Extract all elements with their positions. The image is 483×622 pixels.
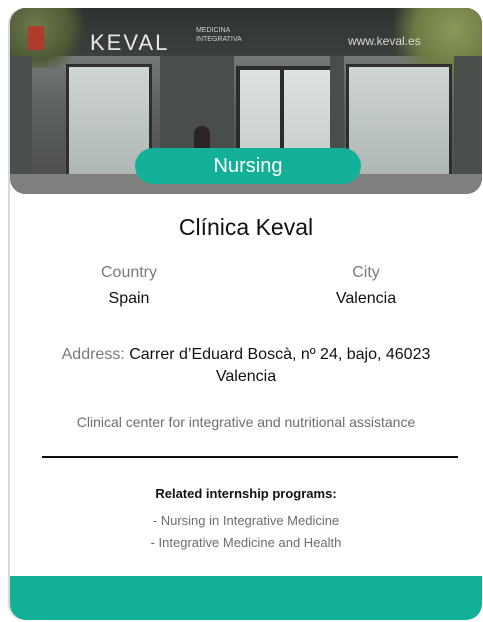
city-value: Valencia	[335, 290, 397, 307]
red-sign	[28, 26, 44, 50]
section-divider	[42, 456, 458, 458]
city-block: City Valencia	[266, 264, 466, 308]
address-label: Address:	[61, 346, 125, 363]
city-label: City	[352, 264, 380, 281]
related-program-item[interactable]: - Integrative Medicine and Health	[10, 532, 482, 554]
category-badge: Nursing	[135, 148, 361, 184]
address-value: Carrer d’Eduard Boscà, nº 24, bajo, 4602…	[129, 346, 431, 385]
clinic-card: KEVAL MEDICINA INTEGRATIVA www.keval.es …	[10, 8, 482, 620]
photo-website-text: www.keval.es	[348, 34, 421, 48]
clinic-description: Clinical center for integrative and nutr…	[76, 414, 416, 430]
country-label: Country	[100, 264, 158, 281]
country-block: Country Spain	[29, 264, 229, 308]
related-program-item[interactable]: - Nursing in Integrative Medicine	[10, 510, 482, 532]
related-programs-list: - Nursing in Integrative Medicine - Inte…	[10, 510, 482, 554]
card-footer-bar	[10, 576, 482, 620]
photo-logo-subtext: MEDICINA INTEGRATIVA	[196, 27, 242, 43]
country-value: Spain	[108, 290, 150, 307]
clinic-name: Clínica Keval	[178, 214, 314, 240]
address-block: Address: Carrer d’Eduard Boscà, nº 24, b…	[50, 344, 442, 388]
shop-window-right	[346, 64, 452, 180]
photo-logo-text: KEVAL	[90, 30, 170, 55]
related-programs-title: Related internship programs:	[155, 486, 337, 501]
